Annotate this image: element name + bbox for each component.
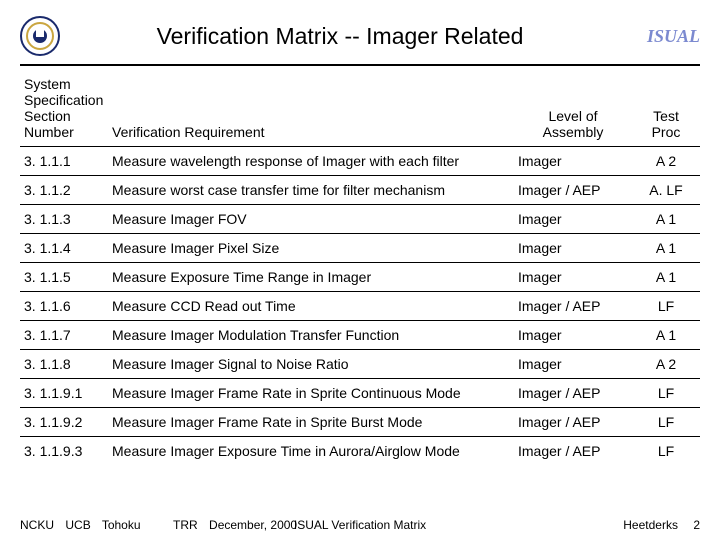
table-row: 3. 1.1.9.2Measure Imager Frame Rate in S… — [20, 408, 700, 437]
col-section: SystemSpecificationSectionNumber — [20, 74, 108, 147]
cell-level: Imager — [514, 350, 632, 379]
cell-requirement: Measure Imager Signal to Noise Ratio — [108, 350, 514, 379]
cell-level: Imager / AEP — [514, 437, 632, 466]
table-row: 3. 1.1.7Measure Imager Modulation Transf… — [20, 321, 700, 350]
cell-section: 3. 1.1.1 — [20, 147, 108, 176]
seal-icon — [20, 16, 60, 56]
cell-section: 3. 1.1.2 — [20, 176, 108, 205]
isual-logo: ISUAL — [620, 26, 700, 47]
cell-proc: A 1 — [632, 263, 700, 292]
footer: NCKU UCB Tohoku TRR December, 2000 ISUAL… — [20, 518, 700, 532]
cell-proc: A 1 — [632, 234, 700, 263]
cell-requirement: Measure Imager Frame Rate in Sprite Burs… — [108, 408, 514, 437]
footer-center: ISUAL Verification Matrix — [294, 518, 426, 532]
cell-section: 3. 1.1.3 — [20, 205, 108, 234]
cell-level: Imager / AEP — [514, 379, 632, 408]
table-row: 3. 1.1.9.3Measure Imager Exposure Time i… — [20, 437, 700, 466]
footer-org1: NCKU — [20, 518, 54, 532]
table-row: 3. 1.1.6Measure CCD Read out TimeImager … — [20, 292, 700, 321]
title-rule — [20, 64, 700, 66]
cell-level: Imager — [514, 205, 632, 234]
cell-requirement: Measure Imager Exposure Time in Aurora/A… — [108, 437, 514, 466]
cell-proc: A 2 — [632, 147, 700, 176]
cell-section: 3. 1.1.9.1 — [20, 379, 108, 408]
table-row: 3. 1.1.9.1Measure Imager Frame Rate in S… — [20, 379, 700, 408]
cell-level: Imager — [514, 234, 632, 263]
cell-requirement: Measure Imager Frame Rate in Sprite Cont… — [108, 379, 514, 408]
cell-proc: A 1 — [632, 205, 700, 234]
footer-page: 2 — [693, 518, 700, 532]
cell-requirement: Measure worst case transfer time for fil… — [108, 176, 514, 205]
cell-level: Imager / AEP — [514, 176, 632, 205]
cell-requirement: Measure Imager Modulation Transfer Funct… — [108, 321, 514, 350]
slide: Verification Matrix -- Imager Related IS… — [0, 0, 720, 540]
cell-level: Imager — [514, 263, 632, 292]
cell-requirement: Measure CCD Read out Time — [108, 292, 514, 321]
table-row: 3. 1.1.4Measure Imager Pixel SizeImagerA… — [20, 234, 700, 263]
cell-section: 3. 1.1.6 — [20, 292, 108, 321]
cell-section: 3. 1.1.4 — [20, 234, 108, 263]
verification-table: SystemSpecificationSectionNumber Verific… — [20, 74, 700, 465]
col-level: Level ofAssembly — [514, 74, 632, 147]
footer-event: TRR — [173, 518, 198, 532]
cell-section: 3. 1.1.5 — [20, 263, 108, 292]
cell-proc: A. LF — [632, 176, 700, 205]
cell-requirement: Measure Imager FOV — [108, 205, 514, 234]
cell-proc: A 2 — [632, 350, 700, 379]
table-header-row: SystemSpecificationSectionNumber Verific… — [20, 74, 700, 147]
page-title: Verification Matrix -- Imager Related — [60, 23, 620, 50]
seal-logo — [20, 16, 60, 56]
table-row: 3. 1.1.1Measure wavelength response of I… — [20, 147, 700, 176]
cell-proc: LF — [632, 379, 700, 408]
cell-level: Imager / AEP — [514, 408, 632, 437]
footer-right: Heetderks 2 — [611, 518, 700, 532]
header: Verification Matrix -- Imager Related IS… — [20, 12, 700, 60]
cell-level: Imager — [514, 147, 632, 176]
table-row: 3. 1.1.8Measure Imager Signal to Noise R… — [20, 350, 700, 379]
col-proc: TestProc — [632, 74, 700, 147]
cell-proc: A 1 — [632, 321, 700, 350]
cell-proc: LF — [632, 437, 700, 466]
table-row: 3. 1.1.3Measure Imager FOVImagerA 1 — [20, 205, 700, 234]
cell-requirement: Measure Imager Pixel Size — [108, 234, 514, 263]
footer-left: NCKU UCB Tohoku TRR December, 2000 — [20, 518, 305, 532]
cell-section: 3. 1.1.9.2 — [20, 408, 108, 437]
cell-section: 3. 1.1.7 — [20, 321, 108, 350]
cell-level: Imager / AEP — [514, 292, 632, 321]
footer-date: December, 2000 — [209, 518, 297, 532]
cell-section: 3. 1.1.8 — [20, 350, 108, 379]
cell-section: 3. 1.1.9.3 — [20, 437, 108, 466]
col-requirement: Verification Requirement — [108, 74, 514, 147]
footer-org3: Tohoku — [102, 518, 141, 532]
cell-level: Imager — [514, 321, 632, 350]
footer-author: Heetderks — [623, 518, 678, 532]
cell-requirement: Measure Exposure Time Range in Imager — [108, 263, 514, 292]
cell-requirement: Measure wavelength response of Imager wi… — [108, 147, 514, 176]
footer-org2: UCB — [65, 518, 90, 532]
table-row: 3. 1.1.2Measure worst case transfer time… — [20, 176, 700, 205]
table-row: 3. 1.1.5Measure Exposure Time Range in I… — [20, 263, 700, 292]
cell-proc: LF — [632, 292, 700, 321]
cell-proc: LF — [632, 408, 700, 437]
